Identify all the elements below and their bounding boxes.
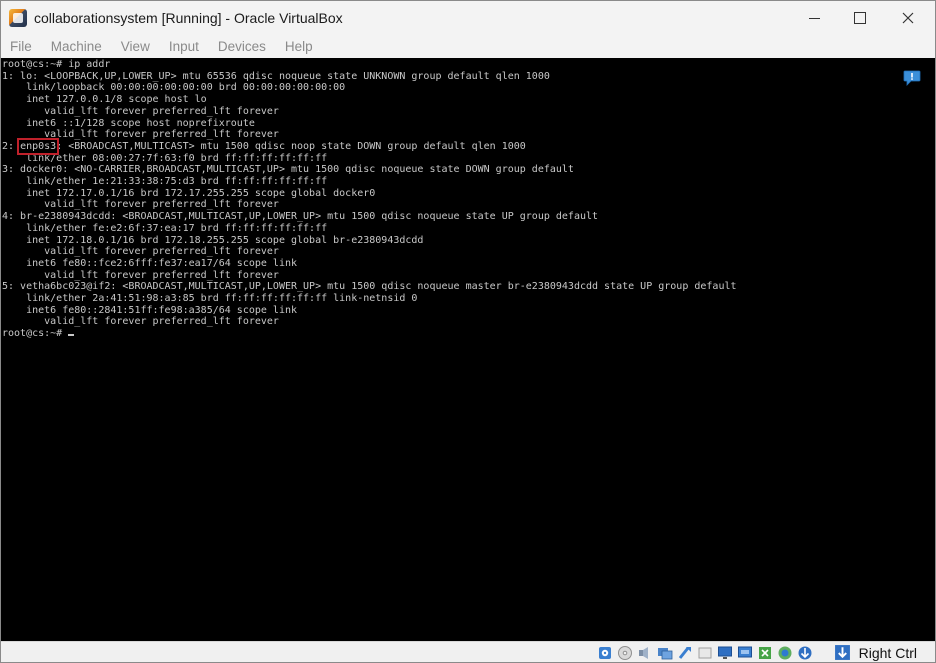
terminal-line: valid_lft forever preferred_lft forever xyxy=(2,129,279,141)
terminal-line: valid_lft forever preferred_lft forever xyxy=(2,316,279,328)
title-bar: collaborationsystem [Running] - Oracle V… xyxy=(1,1,935,35)
terminal-line: link/ether 2a:41:51:98:a3:85 brd ff:ff:f… xyxy=(2,293,418,305)
terminal-line: valid_lft forever preferred_lft forever xyxy=(2,269,279,281)
vm-console-screen[interactable]: root@cs:~# ip addr 1: lo: <LOOPBACK,UP,L… xyxy=(1,58,935,641)
terminal-line: valid_lft forever preferred_lft forever xyxy=(2,105,279,117)
terminal-prompt: root@cs:~# xyxy=(2,328,69,340)
menu-input[interactable]: Input xyxy=(169,39,199,54)
terminal-line: 1: lo: <LOOPBACK,UP,LOWER_UP> mtu 65536 … xyxy=(2,70,550,82)
terminal-line: link/loopback 00:00:00:00:00:00 brd 00:0… xyxy=(2,82,346,94)
terminal-line: 3: docker0: <NO-CARRIER,BROADCAST,MULTIC… xyxy=(2,164,574,176)
terminal-line: valid_lft forever preferred_lft forever xyxy=(2,199,279,211)
mouse-integration-icon[interactable] xyxy=(796,644,813,661)
terminal-line-rest: : <BROADCAST,MULTICAST> mtu 1500 qdisc n… xyxy=(56,140,526,152)
menu-view[interactable]: View xyxy=(121,39,150,54)
terminal-line: 4: br-e2380943dcdd: <BROADCAST,MULTICAST… xyxy=(2,211,599,223)
terminal-line: root@cs:~# ip addr xyxy=(2,59,111,70)
terminal-line: inet6 fe80::2841:51ff:fe98:a385/64 scope… xyxy=(2,304,298,316)
menu-bar: File Machine View Input Devices Help xyxy=(1,35,935,57)
host-key-label[interactable]: Right Ctrl xyxy=(859,645,917,661)
terminal-line-prefix: 2: xyxy=(2,140,21,152)
menu-file[interactable]: File xyxy=(10,39,32,54)
highlighted-interface-name: enp0s3 xyxy=(17,137,60,155)
virtualbox-window: collaborationsystem [Running] - Oracle V… xyxy=(0,0,936,663)
optical-drive-icon[interactable] xyxy=(616,644,633,661)
close-button[interactable] xyxy=(885,1,931,35)
audio-icon[interactable] xyxy=(636,644,653,661)
cpu-icon[interactable] xyxy=(776,644,793,661)
hard-disk-icon[interactable] xyxy=(596,644,613,661)
terminal-line: inet 172.17.0.1/16 brd 172.17.255.255 sc… xyxy=(2,187,376,199)
terminal-line: inet6 fe80::fce2:6fff:fe37:ea17/64 scope… xyxy=(2,257,298,269)
status-bar: Right Ctrl xyxy=(1,641,935,662)
terminal-line: link/ether fe:e2:6f:37:ea:17 brd ff:ff:f… xyxy=(2,222,328,234)
menu-help[interactable]: Help xyxy=(285,39,313,54)
terminal-line: valid_lft forever preferred_lft forever xyxy=(2,246,279,258)
keyboard-capture-icon[interactable] xyxy=(834,644,851,661)
terminal-line: link/ether 08:00:27:7f:63:f0 brd ff:ff:f… xyxy=(2,152,328,164)
minimize-button[interactable] xyxy=(791,1,837,35)
terminal-output: root@cs:~# ip addr 1: lo: <LOOPBACK,UP,L… xyxy=(2,59,737,340)
minimize-icon xyxy=(808,17,820,19)
notification-icon[interactable] xyxy=(903,70,921,86)
terminal-line: link/ether 1e:21:33:38:75:d3 brd ff:ff:f… xyxy=(2,176,328,188)
status-indicators xyxy=(593,644,813,661)
maximize-button[interactable] xyxy=(837,1,883,35)
terminal-line: inet6 ::1/128 scope host noprefixroute xyxy=(2,117,255,129)
network-icon[interactable] xyxy=(656,644,673,661)
text-cursor xyxy=(68,334,75,337)
menu-devices[interactable]: Devices xyxy=(218,39,266,54)
terminal-line: 5: vetha6bc023@if2: <BROADCAST,MULTICAST… xyxy=(2,281,737,293)
recording-icon[interactable] xyxy=(756,644,773,661)
display-icon[interactable] xyxy=(716,644,733,661)
terminal-line: inet 172.18.0.1/16 brd 172.18.255.255 sc… xyxy=(2,234,424,246)
window-title: collaborationsystem [Running] - Oracle V… xyxy=(34,10,343,26)
virtualbox-app-icon xyxy=(9,9,27,27)
terminal-line: inet 127.0.0.1/8 scope host lo xyxy=(2,94,207,106)
maximize-icon xyxy=(854,12,866,24)
close-icon xyxy=(902,12,914,24)
menu-machine[interactable]: Machine xyxy=(51,39,102,54)
video-capture-icon[interactable] xyxy=(736,644,753,661)
usb-icon[interactable] xyxy=(676,644,693,661)
shared-folders-icon[interactable] xyxy=(696,644,713,661)
